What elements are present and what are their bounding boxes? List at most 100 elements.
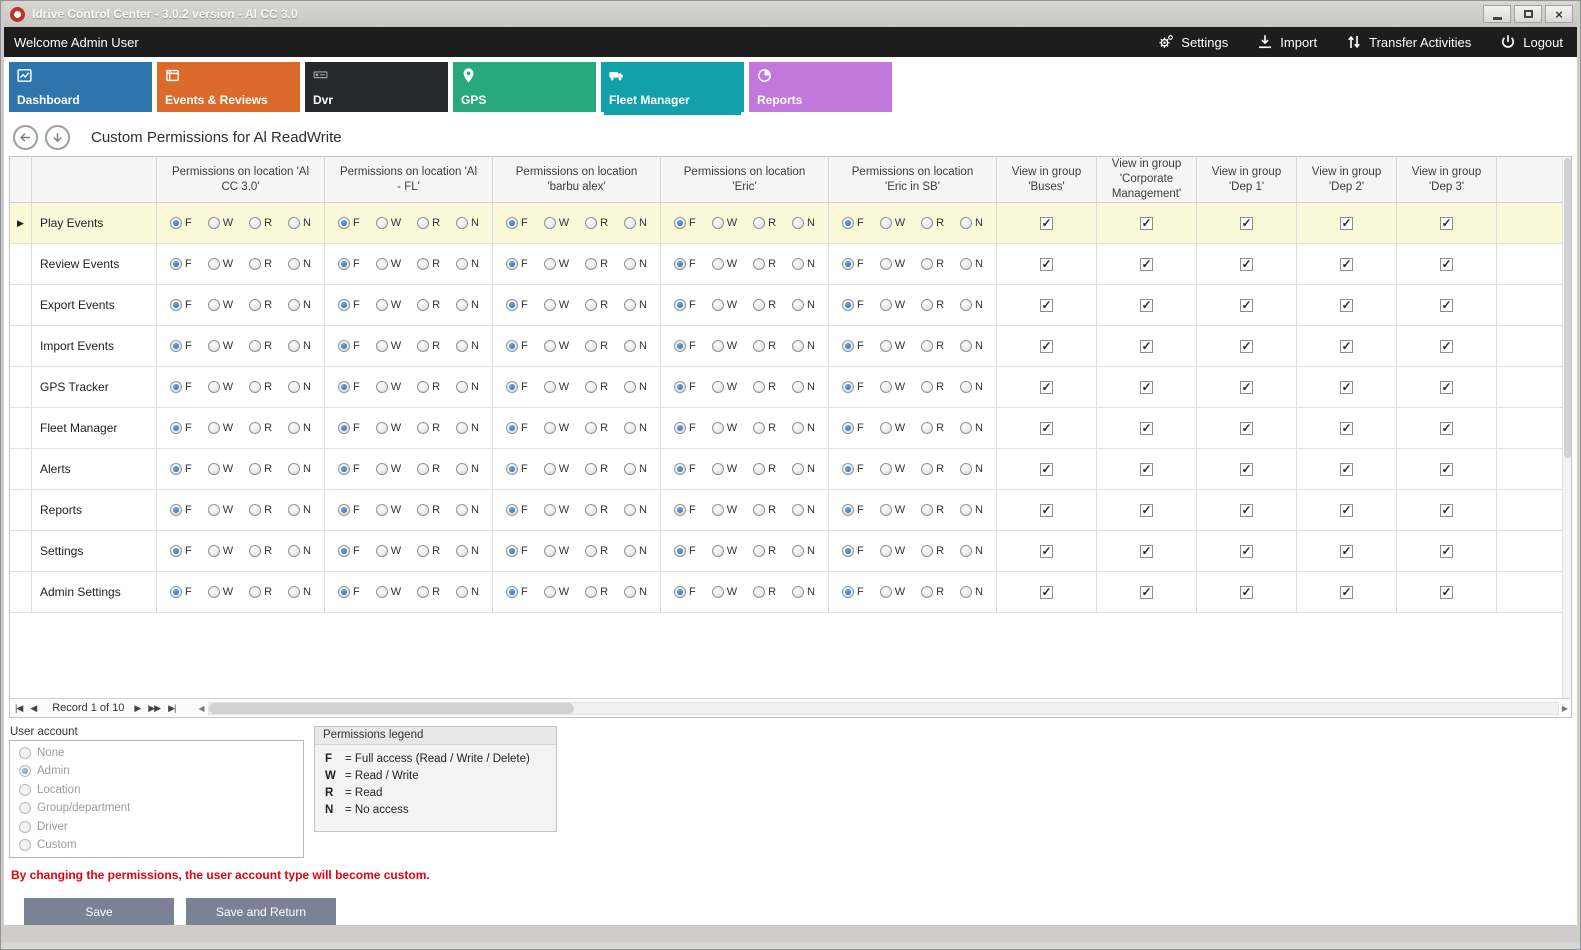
table-row[interactable]: Fleet ManagerFWRNFWRNFWRNFWRNFWRN✓✓✓✓✓ <box>10 408 1571 449</box>
radio-option-n[interactable]: N <box>960 381 983 393</box>
radio-option-f[interactable]: F <box>674 217 696 229</box>
tab-reports[interactable]: Reports <box>749 62 892 112</box>
radio-option-w[interactable]: W <box>208 463 233 475</box>
radio-option-w[interactable]: W <box>208 340 233 352</box>
radio-option-w[interactable]: W <box>376 340 401 352</box>
radio-option-r[interactable]: R <box>249 217 272 229</box>
logout-button[interactable]: Logout <box>1499 33 1563 51</box>
radio-option-n[interactable]: N <box>960 586 983 598</box>
group-checkbox[interactable]: ✓ <box>1040 258 1053 271</box>
group-checkbox[interactable]: ✓ <box>1040 340 1053 353</box>
radio-option-f[interactable]: F <box>842 217 864 229</box>
radio-option-r[interactable]: R <box>417 545 440 557</box>
radio-option-f[interactable]: F <box>506 217 528 229</box>
account-option-none[interactable]: None <box>19 747 294 759</box>
radio-option-f[interactable]: F <box>338 586 360 598</box>
table-row[interactable]: Review EventsFWRNFWRNFWRNFWRNFWRN✓✓✓✓✓ <box>10 244 1571 285</box>
tab-dashboard[interactable]: Dashboard <box>9 62 152 112</box>
group-checkbox[interactable]: ✓ <box>1040 299 1053 312</box>
group-checkbox[interactable]: ✓ <box>1240 463 1253 476</box>
radio-option-n[interactable]: N <box>792 217 815 229</box>
group-checkbox[interactable]: ✓ <box>1340 586 1353 599</box>
radio-option-f[interactable]: F <box>170 217 192 229</box>
radio-option-n[interactable]: N <box>792 504 815 516</box>
radio-option-n[interactable]: N <box>960 340 983 352</box>
radio-option-r[interactable]: R <box>921 586 944 598</box>
radio-option-r[interactable]: R <box>921 381 944 393</box>
radio-option-w[interactable]: W <box>880 422 905 434</box>
radio-option-f[interactable]: F <box>506 422 528 434</box>
radio-option-r[interactable]: R <box>585 504 608 516</box>
radio-option-r[interactable]: R <box>921 422 944 434</box>
table-row[interactable]: ▶Play EventsFWRNFWRNFWRNFWRNFWRN✓✓✓✓✓ <box>10 203 1571 244</box>
radio-option-n[interactable]: N <box>456 463 479 475</box>
radio-option-n[interactable]: N <box>960 217 983 229</box>
scroll-left-icon[interactable]: ◀ <box>195 704 207 713</box>
group-checkbox[interactable]: ✓ <box>1240 217 1253 230</box>
radio-option-w[interactable]: W <box>376 586 401 598</box>
group-checkbox[interactable]: ✓ <box>1240 381 1253 394</box>
table-row[interactable]: AlertsFWRNFWRNFWRNFWRNFWRN✓✓✓✓✓ <box>10 449 1571 490</box>
radio-option-f[interactable]: F <box>842 504 864 516</box>
radio-option-f[interactable]: F <box>170 299 192 311</box>
group-checkbox[interactable]: ✓ <box>1440 504 1453 517</box>
group-checkbox[interactable]: ✓ <box>1440 340 1453 353</box>
group-checkbox[interactable]: ✓ <box>1440 422 1453 435</box>
radio-option-w[interactable]: W <box>208 258 233 270</box>
table-row[interactable]: ReportsFWRNFWRNFWRNFWRNFWRN✓✓✓✓✓ <box>10 490 1571 531</box>
table-row[interactable]: Admin SettingsFWRNFWRNFWRNFWRNFWRN✓✓✓✓✓ <box>10 572 1571 613</box>
radio-option-f[interactable]: F <box>170 504 192 516</box>
radio-option-w[interactable]: W <box>880 381 905 393</box>
radio-option-r[interactable]: R <box>753 299 776 311</box>
radio-option-w[interactable]: W <box>208 586 233 598</box>
radio-option-n[interactable]: N <box>960 299 983 311</box>
radio-option-r[interactable]: R <box>753 258 776 270</box>
radio-option-f[interactable]: F <box>674 340 696 352</box>
radio-option-f[interactable]: F <box>842 463 864 475</box>
radio-option-n[interactable]: N <box>792 586 815 598</box>
radio-option-n[interactable]: N <box>792 463 815 475</box>
group-checkbox[interactable]: ✓ <box>1440 463 1453 476</box>
radio-option-f[interactable]: F <box>170 463 192 475</box>
radio-option-w[interactable]: W <box>376 217 401 229</box>
radio-option-w[interactable]: W <box>376 504 401 516</box>
settings-button[interactable]: Settings <box>1157 33 1228 51</box>
radio-option-w[interactable]: W <box>712 258 737 270</box>
radio-option-n[interactable]: N <box>624 340 647 352</box>
save-button[interactable]: Save <box>24 898 174 925</box>
radio-option-r[interactable]: R <box>249 299 272 311</box>
group-checkbox[interactable]: ✓ <box>1340 422 1353 435</box>
prev-record-button[interactable]: ◀ <box>30 703 36 714</box>
radio-option-f[interactable]: F <box>170 586 192 598</box>
radio-option-r[interactable]: R <box>585 340 608 352</box>
radio-option-n[interactable]: N <box>456 422 479 434</box>
group-checkbox[interactable]: ✓ <box>1240 299 1253 312</box>
radio-option-n[interactable]: N <box>456 381 479 393</box>
group-checkbox[interactable]: ✓ <box>1140 504 1153 517</box>
minimize-button[interactable] <box>1483 5 1511 23</box>
radio-option-r[interactable]: R <box>585 299 608 311</box>
group-checkbox[interactable]: ✓ <box>1340 463 1353 476</box>
radio-option-r[interactable]: R <box>921 545 944 557</box>
radio-option-n[interactable]: N <box>960 422 983 434</box>
radio-option-w[interactable]: W <box>544 381 569 393</box>
tab-fleet-manager[interactable]: Fleet Manager <box>601 62 744 112</box>
radio-option-n[interactable]: N <box>288 463 311 475</box>
radio-option-r[interactable]: R <box>417 463 440 475</box>
radio-option-w[interactable]: W <box>376 422 401 434</box>
radio-option-n[interactable]: N <box>456 258 479 270</box>
radio-option-r[interactable]: R <box>417 586 440 598</box>
radio-option-n[interactable]: N <box>288 299 311 311</box>
radio-option-f[interactable]: F <box>506 258 528 270</box>
radio-option-w[interactable]: W <box>880 299 905 311</box>
import-button[interactable]: Import <box>1256 33 1317 51</box>
group-checkbox[interactable]: ✓ <box>1040 422 1053 435</box>
group-checkbox[interactable]: ✓ <box>1140 340 1153 353</box>
group-checkbox[interactable]: ✓ <box>1140 258 1153 271</box>
radio-option-f[interactable]: F <box>506 381 528 393</box>
radio-option-w[interactable]: W <box>544 463 569 475</box>
radio-option-w[interactable]: W <box>544 422 569 434</box>
radio-option-f[interactable]: F <box>338 217 360 229</box>
radio-option-r[interactable]: R <box>585 586 608 598</box>
radio-option-w[interactable]: W <box>544 258 569 270</box>
